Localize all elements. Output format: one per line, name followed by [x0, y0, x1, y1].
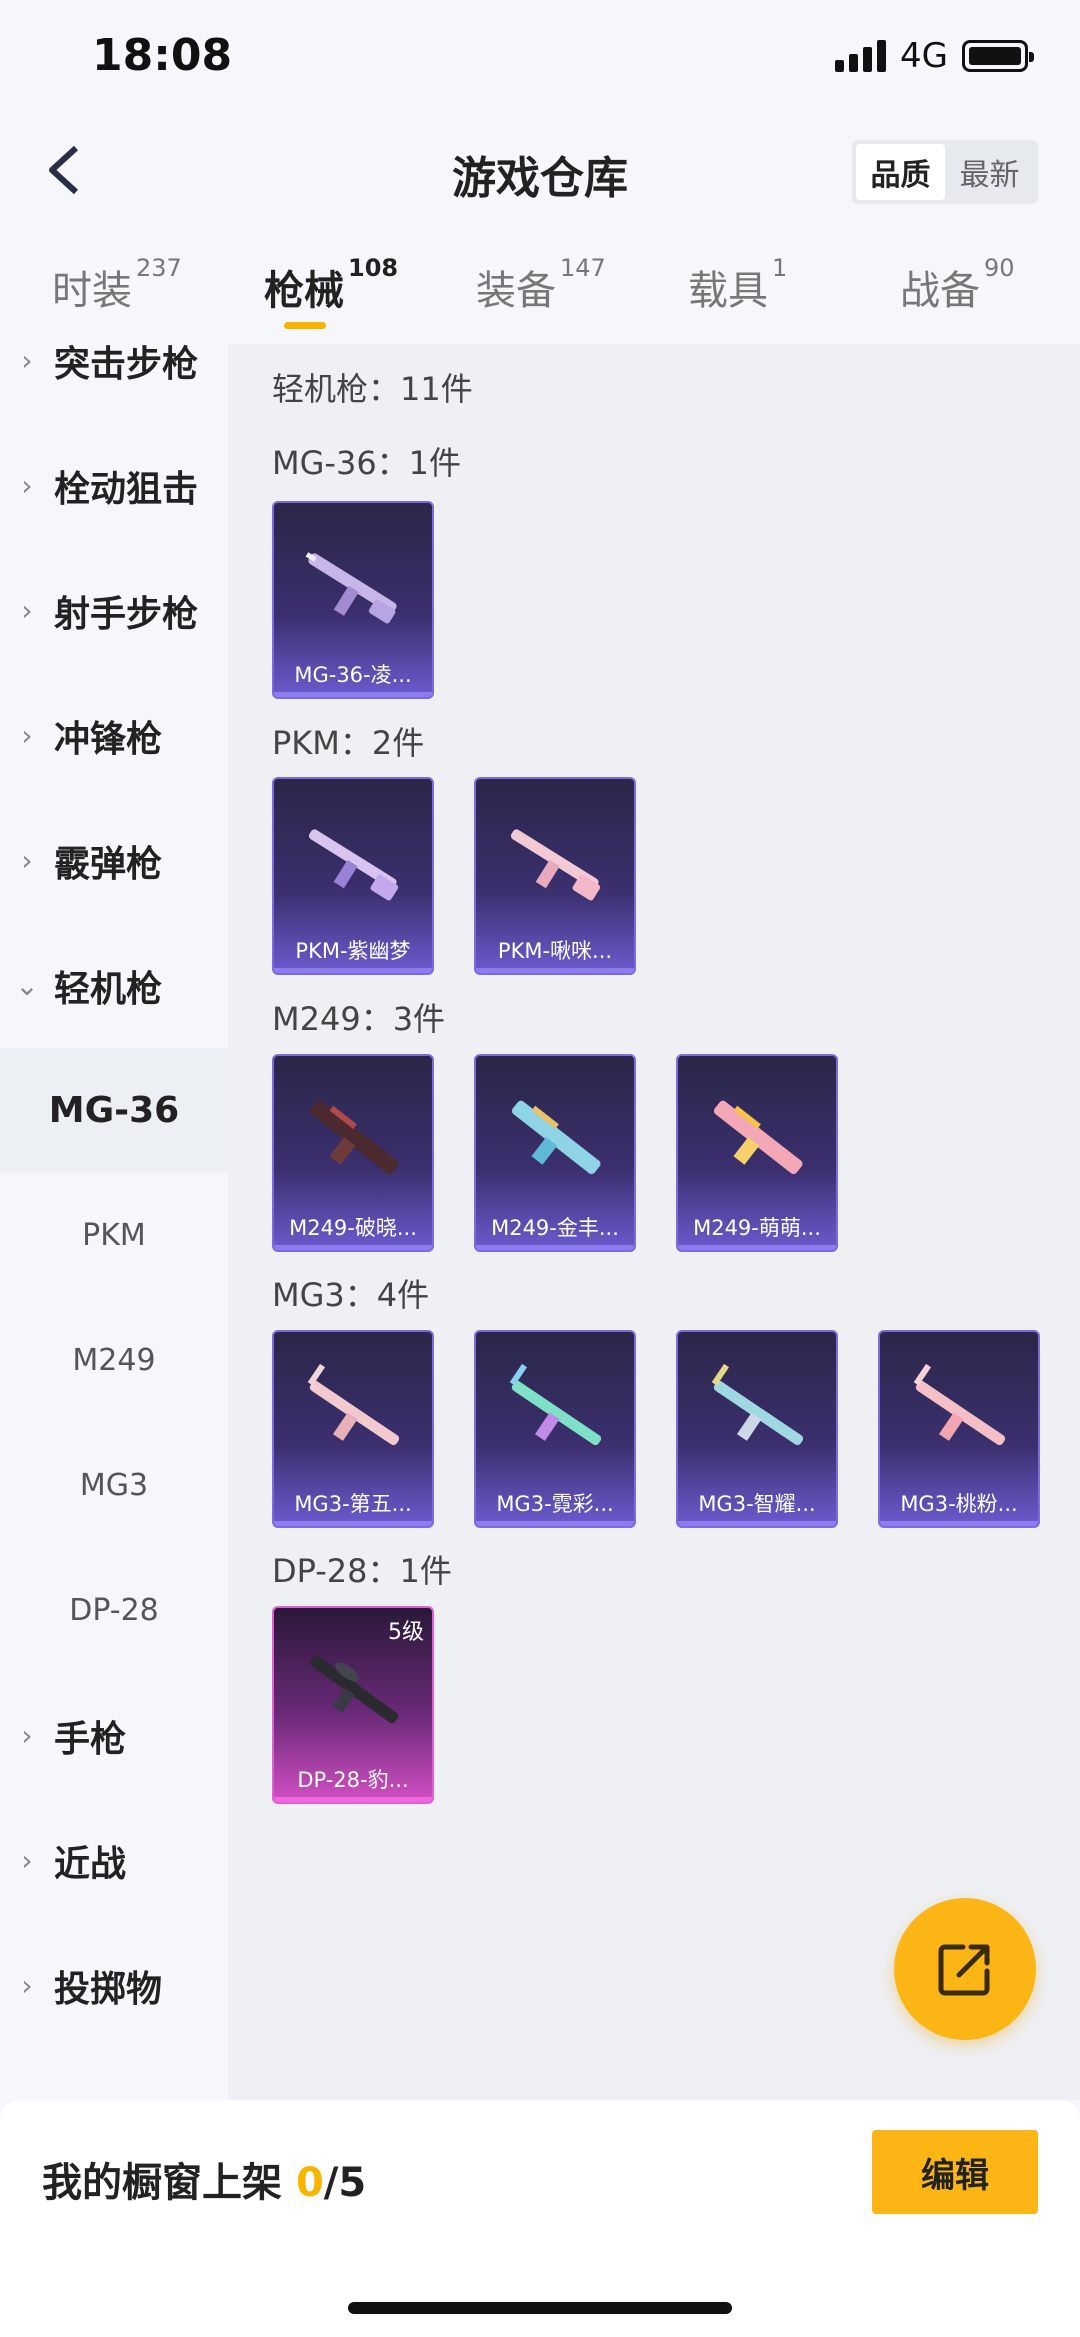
- item-card[interactable]: M249-破晓...: [272, 1054, 434, 1252]
- machine-gun-icon: [510, 829, 601, 901]
- chevron-right-icon: ›: [21, 1719, 33, 1752]
- tab-vehicles[interactable]: 载具 1: [688, 254, 787, 316]
- chevron-right-icon: ›: [21, 594, 33, 627]
- network-label: 4G: [900, 36, 948, 76]
- sidebar-item-throwable[interactable]: › 投掷物: [0, 1923, 228, 2048]
- group-label-dp28: DP-28：1件: [272, 1552, 452, 1590]
- item-card[interactable]: MG3-霓彩...: [474, 1330, 636, 1528]
- sidebar-subitem-mg36[interactable]: MG-36: [0, 1048, 228, 1173]
- home-indicator: [348, 2302, 732, 2314]
- machine-gun-icon: [307, 1363, 400, 1446]
- item-card[interactable]: MG-36-凌...: [272, 501, 434, 699]
- item-card[interactable]: M249-金丰...: [474, 1054, 636, 1252]
- share-button[interactable]: [894, 1898, 1036, 2040]
- sidebar-item-lmg[interactable]: ⌄ 轻机枪: [0, 923, 228, 1048]
- sidebar-subitem-pkm[interactable]: PKM: [0, 1173, 228, 1298]
- sidebar-item-pistol[interactable]: › 手枪: [0, 1673, 228, 1798]
- chevron-right-icon: ›: [21, 1969, 33, 2002]
- machine-gun-icon: [511, 1100, 601, 1175]
- sort-toggle: 品质 最新: [852, 140, 1038, 204]
- group-label-pkm: PKM：2件: [272, 724, 425, 762]
- sidebar-item-assault-rifle[interactable]: › 突击步枪: [0, 344, 228, 423]
- chevron-right-icon: ›: [21, 844, 33, 877]
- tab-guns[interactable]: 枪械 108: [264, 254, 398, 316]
- active-tab-indicator: [284, 322, 326, 329]
- machine-gun-icon: [308, 829, 399, 901]
- item-grid-panel: 轻机枪：11件 MG-36：1件 MG-36-凌... PKM：2件 PKM-紫…: [228, 344, 1080, 2100]
- status-time: 18:08: [92, 30, 233, 81]
- item-card[interactable]: MG3-智耀...: [676, 1330, 838, 1528]
- item-card[interactable]: PKM-紫幽梦: [272, 777, 434, 975]
- sidebar-subitem-dp28[interactable]: DP-28: [0, 1548, 228, 1673]
- sidebar-item-melee[interactable]: › 近战: [0, 1798, 228, 1923]
- chevron-right-icon: ›: [21, 1844, 33, 1877]
- group-label-mg3: MG3：4件: [272, 1276, 430, 1314]
- machine-gun-icon: [711, 1363, 804, 1446]
- sidebar-subitem-m249[interactable]: M249: [0, 1298, 228, 1423]
- category-sidebar: › 突击步枪 › 栓动狙击 › 射手步枪 › 冲锋枪 › 霰弹枪 ⌄ 轻机枪 MG-36 P…: [0, 344, 228, 2100]
- machine-gun-icon: [713, 1100, 803, 1175]
- tab-fashion[interactable]: 时装 237: [52, 254, 182, 316]
- machine-gun-icon: [913, 1363, 1006, 1446]
- group-label-mg36: MG-36：1件: [272, 444, 462, 482]
- tab-equipment[interactable]: 装备 147: [476, 254, 606, 316]
- showcase-count: 我的橱窗上架 0/5: [42, 2160, 367, 2206]
- battery-icon: [962, 40, 1034, 72]
- item-card[interactable]: MG3-桃粉...: [878, 1330, 1040, 1528]
- machine-gun-icon: [509, 1363, 602, 1446]
- sidebar-subitem-mg3[interactable]: MG3: [0, 1423, 228, 1548]
- sidebar-item-marksman-rifle[interactable]: › 射手步枪: [0, 548, 228, 673]
- sort-quality-button[interactable]: 品质: [856, 144, 945, 200]
- machine-gun-icon: [305, 552, 397, 624]
- edit-button[interactable]: 编辑: [872, 2130, 1038, 2214]
- status-indicators: 4G: [835, 36, 1034, 76]
- item-card[interactable]: 5级 DP-28-豹...: [272, 1606, 434, 1804]
- section-label: 轻机枪：11件: [272, 370, 473, 408]
- tab-supplies[interactable]: 战备 90: [900, 254, 1015, 316]
- signal-icon: [835, 40, 887, 72]
- sidebar-item-bolt-sniper[interactable]: › 栓动狙击: [0, 423, 228, 548]
- chevron-right-icon: ›: [21, 344, 33, 377]
- sidebar-item-shotgun[interactable]: › 霰弹枪: [0, 798, 228, 923]
- item-card[interactable]: MG3-第五...: [272, 1330, 434, 1528]
- sort-newest-button[interactable]: 最新: [945, 144, 1034, 200]
- chevron-down-icon: ⌄: [15, 969, 39, 1002]
- chevron-right-icon: ›: [21, 719, 33, 752]
- group-label-m249: M249：3件: [272, 1000, 446, 1038]
- item-card[interactable]: PKM-啾咪...: [474, 777, 636, 975]
- share-icon: [938, 1944, 990, 1996]
- chevron-right-icon: ›: [21, 469, 33, 502]
- machine-gun-icon: [309, 1100, 399, 1175]
- machine-gun-icon: [310, 1655, 399, 1724]
- item-card[interactable]: M249-萌萌...: [676, 1054, 838, 1252]
- sidebar-item-smg[interactable]: › 冲锋枪: [0, 673, 228, 798]
